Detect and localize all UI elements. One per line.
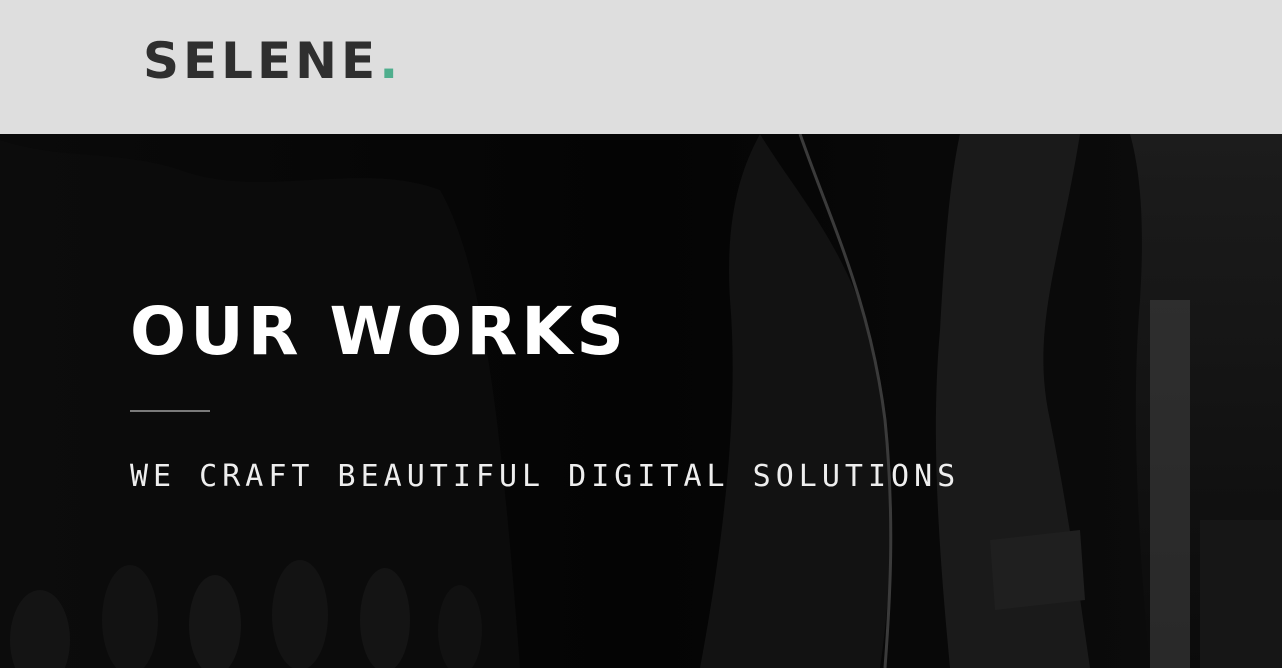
title-divider: [130, 410, 210, 412]
page: SELENE. OUR WORKS WE CRAFT BEAUTIFUL DIG…: [0, 0, 1282, 668]
hero-subtitle: WE CRAFT BEAUTIFUL DIGITAL SOLUTIONS: [130, 459, 961, 494]
page-title: OUR WORKS: [130, 293, 628, 370]
logo-dot: .: [379, 32, 399, 90]
logo-text: SELENE: [143, 32, 380, 90]
site-logo[interactable]: SELENE.: [143, 33, 398, 89]
